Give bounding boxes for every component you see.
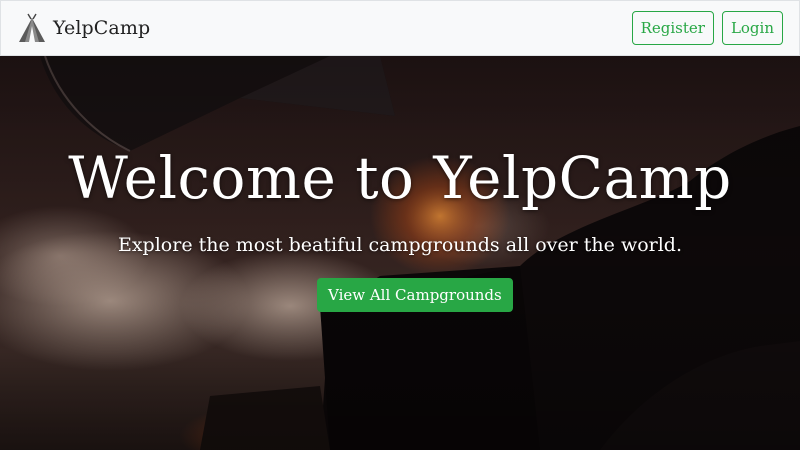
view-all-campgrounds-button[interactable]: View All Campgrounds (317, 278, 513, 312)
login-button[interactable]: Login (721, 11, 783, 45)
nav-actions: Register Login (631, 11, 783, 45)
hero-section: Welcome to YelpCamp Explore the most bea… (0, 56, 800, 450)
tent-icon (19, 13, 45, 42)
brand-name: YelpCamp (53, 17, 151, 39)
hero-title: Welcome to YelpCamp (68, 144, 732, 212)
brand-link[interactable]: YelpCamp (17, 12, 150, 44)
register-button[interactable]: Register (631, 11, 714, 45)
navbar: YelpCamp Register Login (0, 0, 800, 56)
hero-subtitle: Explore the most beatiful campgrounds al… (117, 234, 683, 256)
